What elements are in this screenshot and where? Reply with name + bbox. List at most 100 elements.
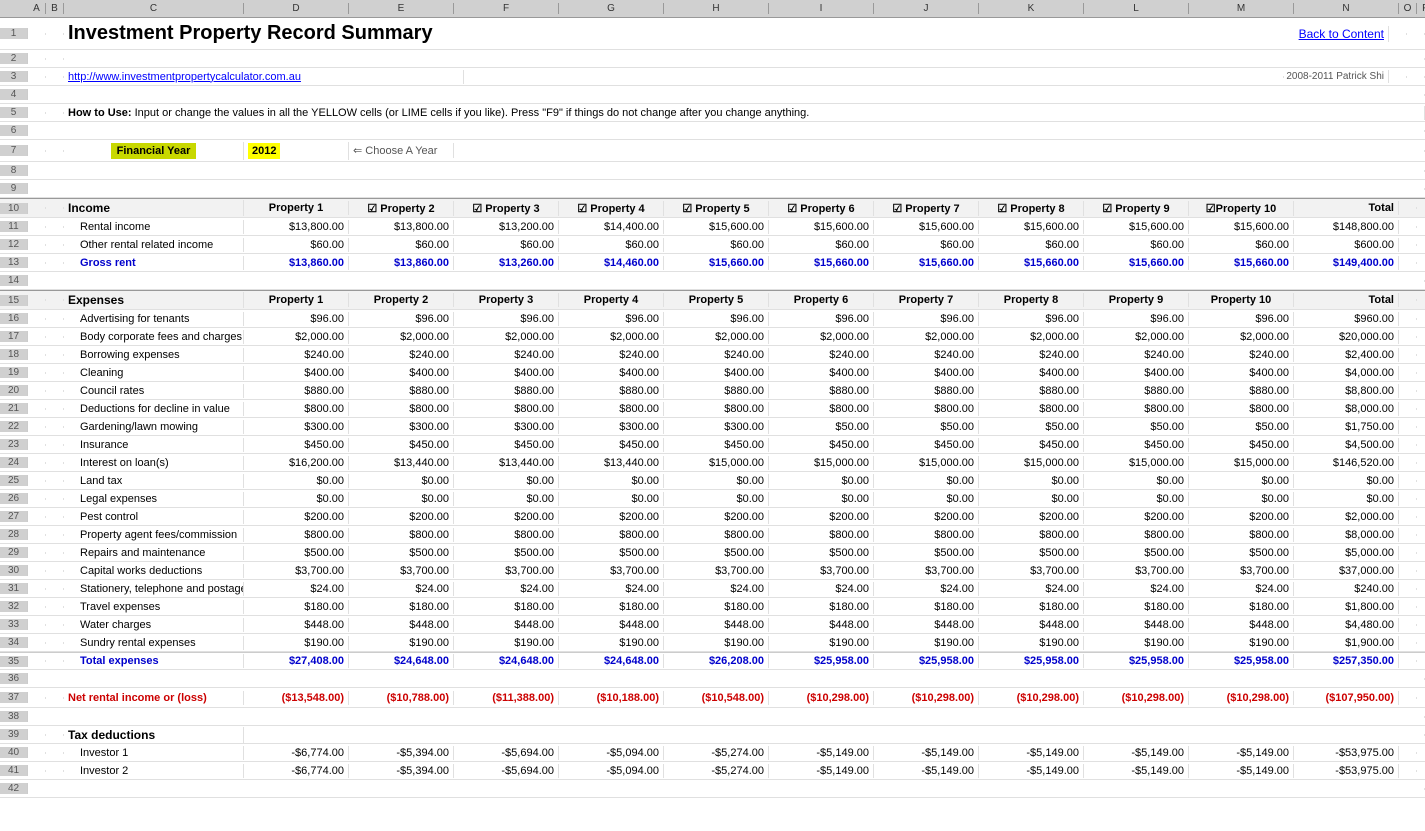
exp-label-32: Travel expenses — [64, 600, 244, 614]
rownum-25: 25 — [0, 475, 28, 486]
exp-25-p4: $0.00 — [559, 474, 664, 488]
cell-4-rest — [28, 94, 1425, 96]
rownum-4: 4 — [0, 89, 28, 100]
cell-30a — [28, 570, 46, 572]
exp-30-p5: $3,700.00 — [664, 564, 769, 578]
exp-20-p6: $880.00 — [769, 384, 874, 398]
cell-19o — [1399, 372, 1417, 374]
exp-24-p5: $15,000.00 — [664, 456, 769, 470]
exp-27-p11: $2,000.00 — [1294, 510, 1399, 524]
rownum-36: 36 — [0, 673, 28, 684]
cell-28a — [28, 534, 46, 536]
exp-31-p6: $24.00 — [769, 582, 874, 596]
exp-29-p4: $500.00 — [559, 546, 664, 560]
row-36: 36 — [0, 670, 1425, 688]
url-cell[interactable]: http://www.investmentpropertycalculator.… — [64, 70, 464, 84]
exp-30-p1: $3,700.00 — [244, 564, 349, 578]
exp-label-30: Capital works deductions — [64, 564, 244, 578]
cell-32b — [46, 606, 64, 608]
rownum-26: 26 — [0, 493, 28, 504]
exp-label-33: Water charges — [64, 618, 244, 632]
exp-21-p6: $800.00 — [769, 402, 874, 416]
exp-19-p1: $400.00 — [244, 366, 349, 380]
cell-16a — [28, 318, 46, 320]
cell-34o — [1399, 642, 1417, 644]
row-30-expense: 30Capital works deductions$3,700.00$3,70… — [0, 562, 1425, 580]
cell-27o — [1399, 516, 1417, 518]
cell-10a — [28, 207, 46, 209]
financial-year-value-cell[interactable]: 2012 — [244, 142, 349, 160]
cell-27p — [1417, 516, 1425, 518]
other-income-label: Other rental related income — [64, 238, 244, 252]
gross-rent-p9: $15,660.00 — [1084, 256, 1189, 270]
exp-34-p10: $190.00 — [1189, 636, 1294, 650]
exp-28-p1: $800.00 — [244, 528, 349, 542]
exp-22-p7: $50.00 — [874, 420, 979, 434]
exp-24-p2: $13,440.00 — [349, 456, 454, 470]
row-32-expense: 32Travel expenses$180.00$180.00$180.00$1… — [0, 598, 1425, 616]
rental-income-p3: $13,200.00 — [454, 220, 559, 234]
exp-21-p5: $800.00 — [664, 402, 769, 416]
back-to-content-link[interactable]: Back to Content — [1284, 26, 1389, 42]
rental-income-total: $148,800.00 — [1294, 220, 1399, 234]
col-l-header: L — [1084, 3, 1189, 14]
exp-35-p4: $24,648.00 — [559, 654, 664, 668]
cell-18o — [1399, 354, 1417, 356]
rental-income-p7: $15,600.00 — [874, 220, 979, 234]
exp-34-p6: $190.00 — [769, 636, 874, 650]
row-17-expense: 17Body corporate fees and charges$2,000.… — [0, 328, 1425, 346]
rownum-29: 29 — [0, 547, 28, 558]
rownum-27: 27 — [0, 511, 28, 522]
prop1-income-header: Property 1 — [244, 201, 349, 215]
exp-label-27: Pest control — [64, 510, 244, 524]
exp-28-p6: $800.00 — [769, 528, 874, 542]
cell-2a — [28, 58, 46, 60]
cell-6-rest — [28, 130, 1425, 132]
cell-27b — [46, 516, 64, 518]
net-rental-total: ($107,950.00) — [1294, 691, 1399, 705]
exp-30-p9: $3,700.00 — [1084, 564, 1189, 578]
exp-20-p11: $8,800.00 — [1294, 384, 1399, 398]
col-k-header: K — [979, 3, 1084, 14]
cell-39-rest — [244, 734, 1425, 736]
other-income-p2: $60.00 — [349, 238, 454, 252]
cell-41b — [46, 770, 64, 772]
exp-34-p9: $190.00 — [1084, 636, 1189, 650]
other-income-p7: $60.00 — [874, 238, 979, 252]
prop5-exp-header: Property 5 — [664, 293, 769, 307]
exp-29-p9: $500.00 — [1084, 546, 1189, 560]
net-rental-p4: ($10,188.00) — [559, 691, 664, 705]
gross-rent-p1: $13,860.00 — [244, 256, 349, 270]
income-label: Income — [64, 200, 244, 216]
cell-33o — [1399, 624, 1417, 626]
exp-25-p1: $0.00 — [244, 474, 349, 488]
row-15-expenses-header: 15 Expenses Property 1 Property 2 Proper… — [0, 290, 1425, 310]
exp-34-p7: $190.00 — [874, 636, 979, 650]
rownum-18: 18 — [0, 349, 28, 360]
other-income-p9: $60.00 — [1084, 238, 1189, 252]
exp-20-p4: $880.00 — [559, 384, 664, 398]
exp-21-p9: $800.00 — [1084, 402, 1189, 416]
rownum-23: 23 — [0, 439, 28, 450]
exp-21-p8: $800.00 — [979, 402, 1084, 416]
exp-30-p11: $37,000.00 — [1294, 564, 1399, 578]
investor1-p7: -$5,149.00 — [874, 746, 979, 760]
exp-26-p1: $0.00 — [244, 492, 349, 506]
cell-28b — [46, 534, 64, 536]
cell-3-spacer — [464, 76, 1284, 78]
cell-18a — [28, 354, 46, 356]
other-income-p3: $60.00 — [454, 238, 559, 252]
exp-32-p1: $180.00 — [244, 600, 349, 614]
exp-20-p8: $880.00 — [979, 384, 1084, 398]
exp-33-p7: $448.00 — [874, 618, 979, 632]
cell-12p — [1417, 244, 1425, 246]
gross-rent-p5: $15,660.00 — [664, 256, 769, 270]
cell-7-rest — [454, 150, 1425, 152]
gross-rent-p7: $15,660.00 — [874, 256, 979, 270]
col-m-header: M — [1189, 3, 1294, 14]
col-c-header: C — [64, 3, 244, 14]
exp-18-p4: $240.00 — [559, 348, 664, 362]
cell-24p — [1417, 462, 1425, 464]
exp-18-p8: $240.00 — [979, 348, 1084, 362]
exp-32-p8: $180.00 — [979, 600, 1084, 614]
